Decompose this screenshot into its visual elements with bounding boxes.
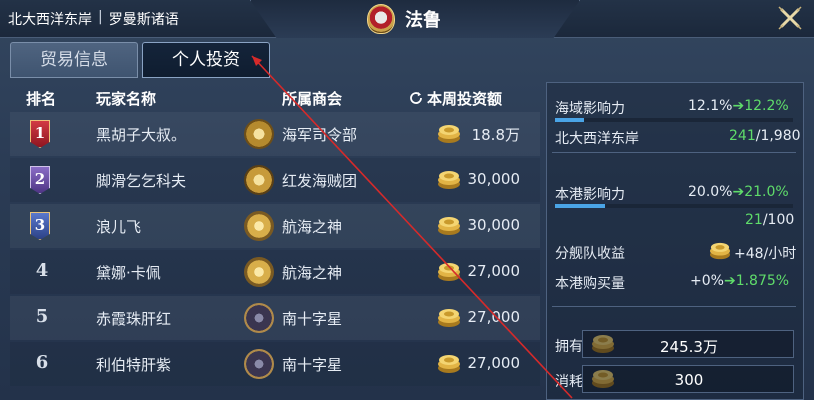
port-purchase-value: +0%➔1.875%: [690, 273, 789, 289]
sea-influence-next: 12.2%: [744, 98, 789, 114]
player-name: 利伯特肝紫: [96, 356, 172, 374]
table-row[interactable]: 3 浪儿飞 航海之神 30,000: [10, 204, 540, 248]
column-header-guild: 所属商会: [282, 90, 343, 108]
rank-badge-gold: 1: [30, 120, 50, 148]
player-name: 脚滑乞乞科夫: [96, 172, 187, 190]
coin-icon: [438, 217, 460, 235]
coin-icon: [438, 355, 460, 373]
region-label: 北大西洋东岸: [8, 12, 92, 28]
fleet-income-label: 分舰队收益: [555, 246, 625, 262]
port-count: 21: [745, 212, 763, 228]
player-name: 黑胡子大叔。: [96, 126, 187, 144]
sea-influence-progress: [555, 118, 793, 122]
divider: [552, 152, 796, 153]
sea-influence-current: 12.1%: [688, 98, 733, 114]
breadcrumb: 北大西洋东岸 | 罗曼斯诸语: [8, 9, 179, 29]
port-purchase-label: 本港购买量: [555, 276, 625, 292]
rank-number: 6: [35, 352, 49, 373]
coin-icon: [438, 125, 460, 143]
language-label: 罗曼斯诸语: [108, 12, 179, 28]
player-name: 黛娜·卡佩: [96, 264, 161, 282]
rank-badge-bronze: 3: [30, 212, 50, 240]
guild-emblem-icon: [244, 303, 274, 333]
close-icon: [778, 6, 802, 30]
port-crest-icon: [367, 4, 395, 34]
column-header-player: 玩家名称: [96, 90, 157, 108]
port-count-total: /100: [762, 212, 795, 228]
investment-amount: 30,000: [467, 216, 521, 234]
port-influence-next: 21.0%: [744, 184, 789, 200]
guild-emblem-icon: [244, 119, 274, 149]
fleet-income-value: +48/小时: [734, 246, 797, 262]
guild-emblem-icon: [244, 211, 274, 241]
owned-amount: 245.3万: [660, 338, 718, 356]
player-name: 赤霞珠肝红: [96, 310, 172, 328]
close-button[interactable]: [776, 4, 804, 32]
port-influence-label: 本港影响力: [555, 187, 625, 203]
cost-amount: 300: [674, 371, 704, 389]
sea-region-count: 241: [729, 128, 756, 144]
player-name: 浪儿飞: [96, 218, 142, 236]
sea-influence-label: 海域影响力: [555, 101, 625, 117]
increase-arrow-icon: ➔: [723, 273, 736, 289]
increase-arrow-icon: ➔: [732, 98, 745, 114]
guild-name: 航海之神: [282, 218, 343, 236]
breadcrumb-separator: |: [98, 9, 103, 25]
column-header-weekly[interactable]: 本周投资额: [408, 88, 502, 109]
column-header-rank: 排名: [26, 90, 57, 108]
sea-influence-value: 12.1%➔12.2%: [688, 98, 789, 114]
table-row[interactable]: 5 赤霞珠肝红 南十字星 27,000: [10, 296, 540, 340]
increase-arrow-icon: ➔: [732, 184, 745, 200]
guild-name: 海军司令部: [282, 126, 358, 144]
sea-region-total: /1,980: [755, 128, 801, 144]
table-row[interactable]: 6 利伯特肝紫 南十字星 27,000: [10, 342, 540, 386]
guild-emblem-icon: [244, 165, 274, 195]
port-influence-progress: [555, 204, 793, 208]
investment-amount: 27,000: [467, 308, 521, 326]
rank-badge-silver: 2: [30, 166, 50, 194]
sea-region-value: 241/1,980: [729, 128, 801, 144]
tab-personal-investment[interactable]: 个人投资: [142, 42, 270, 78]
column-header-weekly-label: 本周投资额: [427, 90, 503, 108]
tab-trade-info[interactable]: 贸易信息: [10, 42, 138, 78]
coin-icon: [438, 309, 460, 327]
port-influence-current: 20.0%: [688, 184, 733, 200]
owned-amount-box: 245.3万: [582, 330, 794, 358]
rank-number: 4: [35, 260, 49, 281]
table-row[interactable]: 1 黑胡子大叔。 海军司令部 18.8万: [10, 112, 540, 156]
divider: [552, 306, 796, 307]
guild-name: 航海之神: [282, 264, 343, 282]
guild-emblem-icon: [244, 257, 274, 287]
owned-label: 拥有: [555, 339, 583, 355]
refresh-icon: [410, 92, 422, 104]
coin-icon: [438, 171, 460, 189]
coin-icon: [438, 263, 460, 281]
top-bar: 北大西洋东岸 | 罗曼斯诸语 法鲁: [0, 0, 814, 38]
guild-name: 南十字星: [282, 356, 343, 374]
coin-icon: [710, 242, 730, 260]
sea-influence-progress-fill: [555, 118, 584, 122]
guild-name: 南十字星: [282, 310, 343, 328]
guild-name: 红发海贼团: [282, 172, 358, 190]
table-row[interactable]: 2 脚滑乞乞科夫 红发海贼团 30,000: [10, 158, 540, 202]
investment-amount: 30,000: [467, 170, 521, 188]
table-row[interactable]: 4 黛娜·卡佩 航海之神 27,000: [10, 250, 540, 294]
port-influence-progress-fill: [555, 204, 605, 208]
investment-amount: 27,000: [467, 354, 521, 372]
investment-amount: 27,000: [467, 262, 521, 280]
cost-label: 消耗: [555, 374, 583, 390]
cost-amount-box[interactable]: 300: [582, 365, 794, 393]
table-header: 排名 玩家名称 所属商会 本周投资额: [10, 82, 540, 112]
port-purchase-current: +0%: [690, 273, 724, 289]
port-influence-value: 20.0%➔21.0%: [688, 184, 789, 200]
guild-emblem-icon: [244, 349, 274, 379]
port-purchase-next: 1.875%: [735, 273, 790, 289]
port-title: 法鲁: [405, 10, 441, 31]
investment-amount: 18.8万: [471, 126, 520, 144]
rank-number: 5: [35, 306, 49, 327]
sea-region-label: 北大西洋东岸: [555, 131, 639, 147]
port-count-value: 21/100: [745, 212, 794, 228]
